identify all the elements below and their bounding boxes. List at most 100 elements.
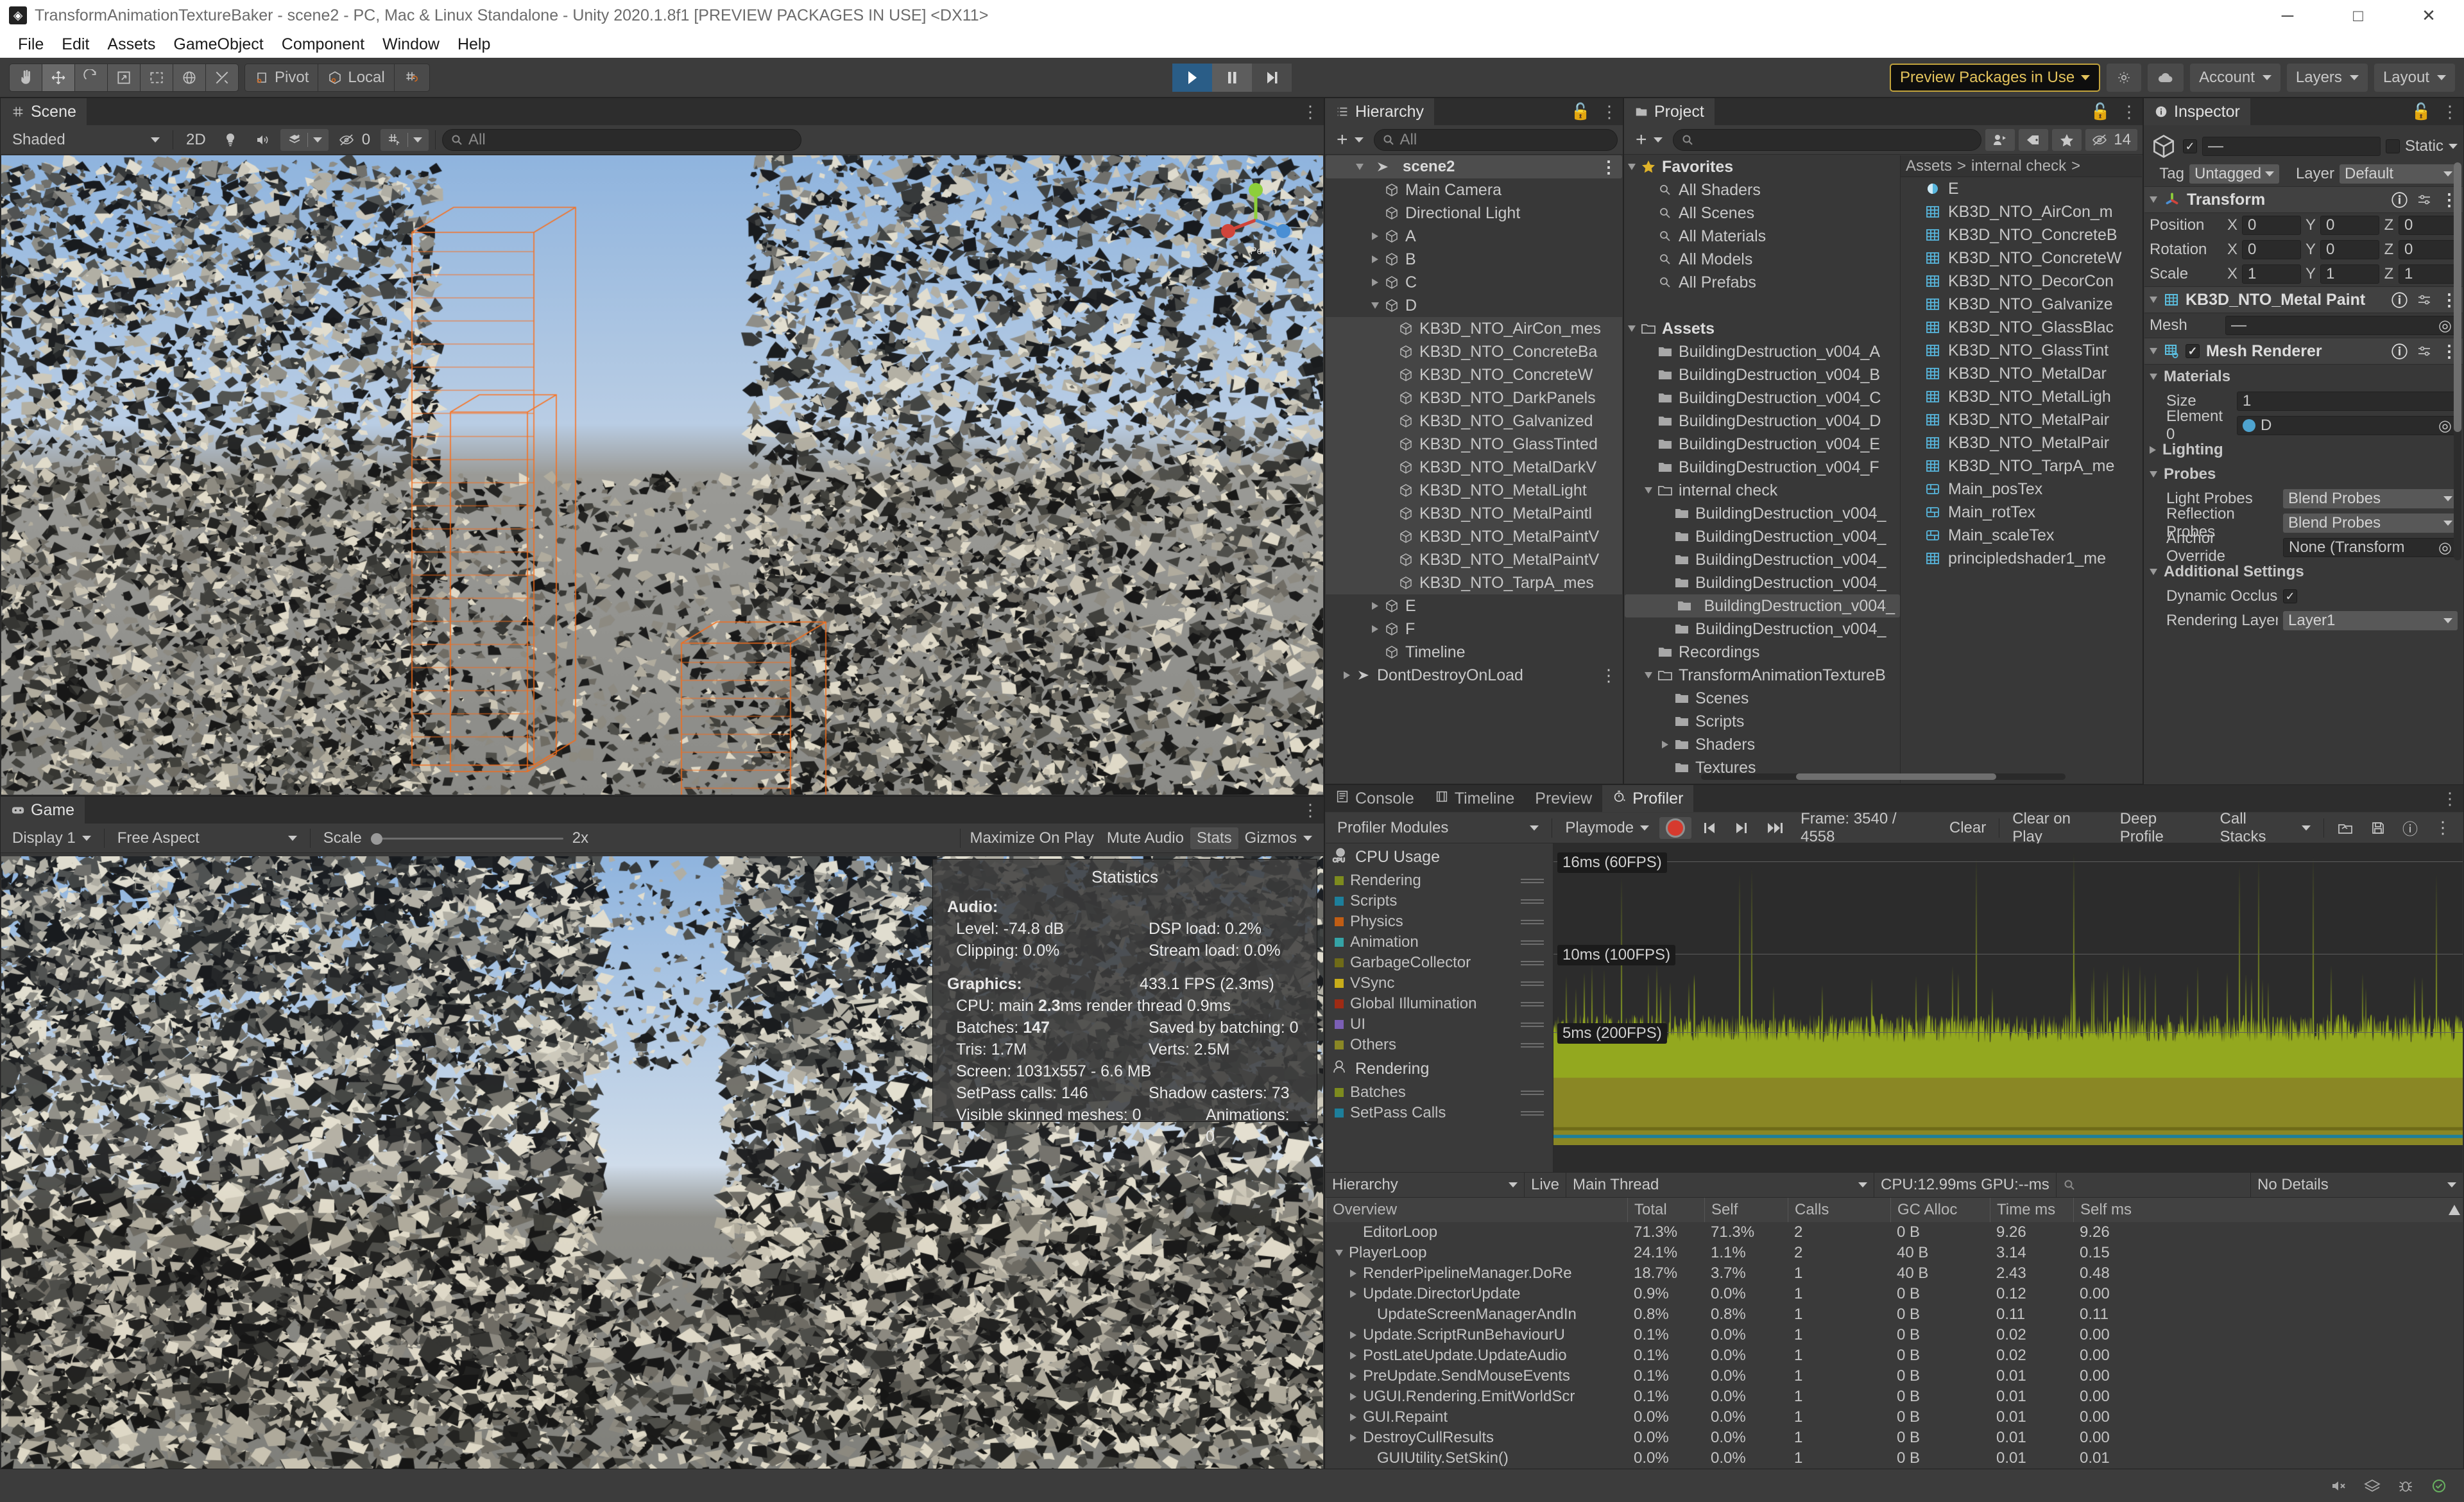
hierarchy-tree[interactable]: scene2 ⋮ Main Camera Directional Light A B C D K… bbox=[1326, 155, 1622, 783]
project-asset-item[interactable]: KB3D_NTO_MetalPair bbox=[1901, 408, 2142, 431]
preset-icon[interactable] bbox=[2417, 293, 2432, 306]
profiler-table-row[interactable]: UGUI.Rendering.EmitWorldScr 0.1% 0.0% 1 0 B 0… bbox=[1326, 1386, 2463, 1407]
record-button[interactable] bbox=[1659, 816, 1692, 839]
project-asset-item[interactable]: KB3D_NTO_ConcreteB bbox=[1901, 223, 2142, 246]
object-picker-icon[interactable]: ◎ bbox=[2438, 316, 2452, 335]
transform-scale-y[interactable]: 1 bbox=[2320, 264, 2379, 284]
hierarchy-row[interactable]: KB3D_NTO_Galvanized bbox=[1326, 410, 1622, 433]
status-mute-icon[interactable] bbox=[2328, 1475, 2350, 1497]
row-menu-icon[interactable]: ⋮ bbox=[1600, 159, 1617, 175]
tab-game[interactable]: Game bbox=[1, 797, 85, 824]
expand-arrow[interactable] bbox=[1346, 1434, 1360, 1442]
project-tree-row[interactable]: BuildingDestruction_v004_D bbox=[1625, 410, 1900, 433]
project-asset-item[interactable]: KB3D_NTO_MetalDar bbox=[1901, 362, 2142, 385]
project-tab-menu[interactable]: ⋮ bbox=[2121, 103, 2137, 120]
module-drag-handle[interactable] bbox=[1521, 898, 1544, 904]
profiler-table-row[interactable]: DestroyCullResults 0.0% 0.0% 1 0 B 0.01 0.00 bbox=[1326, 1428, 2463, 1448]
project-tree-row[interactable]: BuildingDestruction_v004_ bbox=[1625, 502, 1900, 525]
project-tree-row[interactable]: Scenes bbox=[1625, 687, 1900, 710]
transform-rotation-y[interactable]: 0 bbox=[2320, 240, 2379, 259]
expand-arrow[interactable] bbox=[1625, 325, 1639, 332]
hierarchy-row[interactable]: KB3D_NTO_MetalLight bbox=[1326, 479, 1622, 502]
hierarchy-row[interactable]: KB3D_NTO_MetalDarkV bbox=[1326, 456, 1622, 479]
project-tree-row[interactable]: Shaders bbox=[1625, 733, 1900, 756]
layers-button[interactable]: Layers bbox=[2286, 63, 2368, 92]
profiler-module-row[interactable]: SetPass Calls bbox=[1326, 1103, 1553, 1123]
clear-on-play-button[interactable]: Clear on Play bbox=[2006, 810, 2110, 845]
module-drag-handle[interactable] bbox=[1521, 1021, 1544, 1028]
hierarchy-row[interactable]: KB3D_NTO_TarpA_mes bbox=[1326, 571, 1622, 594]
scene-search-input[interactable]: All bbox=[442, 128, 802, 151]
grid-snap-icon[interactable] bbox=[393, 63, 430, 92]
tab-timeline[interactable]: Timeline bbox=[1424, 785, 1525, 812]
project-tree-row[interactable] bbox=[1625, 294, 1900, 317]
profiler-options-menu[interactable]: ⋮ bbox=[2428, 817, 2458, 839]
project-tree-row[interactable]: BuildingDestruction_v004_ bbox=[1625, 571, 1900, 594]
menu-gameobject[interactable]: GameObject bbox=[164, 31, 272, 58]
preset-icon[interactable] bbox=[2417, 345, 2432, 358]
dynamic-occlusion-checkbox[interactable]: ✓ bbox=[2283, 589, 2297, 603]
expand-arrow[interactable] bbox=[1346, 1393, 1360, 1401]
profiler-modules-list[interactable]: CPU CPU Usage Rendering Scripts Physics Anima… bbox=[1326, 843, 1553, 1172]
live-toggle[interactable]: Live bbox=[1525, 1172, 1567, 1198]
project-asset-item[interactable]: KB3D_NTO_Galvanize bbox=[1901, 293, 2142, 316]
cloud-icon[interactable] bbox=[2148, 63, 2184, 92]
hierarchy-row[interactable]: KB3D_NTO_MetalPaintl bbox=[1326, 502, 1622, 525]
profiler-module-header[interactable]: CPU CPU Usage bbox=[1326, 843, 1553, 870]
profiler-table-row[interactable]: GUIUtility.SetSkin() 0.0% 0.0% 1 0 B 0.01 0.01 bbox=[1326, 1448, 2463, 1469]
project-tree-row[interactable]: All Models bbox=[1625, 248, 1900, 271]
meshfilter-component-header[interactable]: KB3D_NTO_Metal Paint ⓘ ⋮ bbox=[2144, 286, 2463, 313]
tab-project[interactable]: Project bbox=[1624, 98, 1715, 125]
profiler-column-overview[interactable]: Overview bbox=[1326, 1198, 1627, 1222]
minimize-button[interactable]: ─ bbox=[2252, 0, 2323, 31]
profiler-column-self-ms[interactable]: Self ms bbox=[2073, 1198, 2157, 1222]
hierarchy-row[interactable]: A bbox=[1326, 225, 1622, 248]
profiler-table-header[interactable]: Overview Total Self Calls GC Alloc Time ms Sel… bbox=[1326, 1198, 2463, 1222]
game-tab-menu[interactable]: ⋮ bbox=[1302, 797, 1319, 824]
play-button[interactable] bbox=[1172, 63, 1212, 92]
profiler-module-row[interactable]: GarbageCollector bbox=[1326, 953, 1553, 973]
hierarchy-row[interactable]: DontDestroyOnLoad ⋮ bbox=[1326, 664, 1622, 687]
profiler-table-row[interactable]: UpdateScreenManagerAndIn 0.8% 0.8% 1 0 B 0.11… bbox=[1326, 1304, 2463, 1325]
transform-tool-button[interactable] bbox=[173, 63, 206, 92]
next-frame-button[interactable] bbox=[1727, 817, 1756, 839]
profiler-column-gc-alloc[interactable]: GC Alloc bbox=[1890, 1198, 1990, 1222]
materials-element0-field[interactable]: D ◎ bbox=[2237, 416, 2458, 435]
project-tree[interactable]: Favorites All Shaders All Scenes All Materi… bbox=[1625, 155, 1901, 783]
light-probes-dropdown[interactable]: Blend Probes bbox=[2283, 489, 2458, 508]
playmode-dropdown[interactable]: Playmode bbox=[1559, 817, 1656, 839]
project-asset-item[interactable]: KB3D_NTO_MetalPair bbox=[1901, 431, 2142, 454]
rotate-tool-button[interactable] bbox=[74, 63, 108, 92]
layer-dropdown[interactable]: Default bbox=[2340, 164, 2458, 184]
expand-arrow[interactable] bbox=[1368, 602, 1382, 610]
profiler-module-row[interactable]: Rendering bbox=[1326, 870, 1553, 891]
hierarchy-add-button[interactable]: + bbox=[1330, 129, 1370, 151]
scene-visibility-toggle[interactable]: 0 bbox=[332, 129, 377, 151]
project-tree-row[interactable]: BuildingDestruction_v004_A bbox=[1625, 340, 1900, 363]
profiler-search-input[interactable] bbox=[2057, 1172, 2251, 1198]
project-asset-item[interactable]: Main_scaleTex bbox=[1901, 524, 2142, 547]
account-button[interactable]: Account bbox=[2190, 63, 2280, 92]
hierarchy-view-dropdown[interactable]: Hierarchy bbox=[1326, 1172, 1525, 1198]
module-drag-handle[interactable] bbox=[1521, 1042, 1544, 1048]
row-menu-icon[interactable]: ⋮ bbox=[1600, 667, 1617, 684]
profiler-module-row[interactable]: VSync bbox=[1326, 973, 1553, 994]
inspector-scrollbar[interactable] bbox=[2454, 162, 2461, 560]
project-asset-item[interactable]: KB3D_NTO_ConcreteW bbox=[1901, 246, 2142, 270]
static-checkbox[interactable] bbox=[2385, 139, 2400, 153]
expand-arrow[interactable] bbox=[1641, 672, 1656, 678]
transform-rotation-z[interactable]: 0 bbox=[2399, 240, 2458, 259]
mute-audio-button[interactable]: Mute Audio bbox=[1100, 827, 1190, 849]
pause-button[interactable] bbox=[1212, 63, 1252, 92]
menu-file[interactable]: File bbox=[9, 31, 53, 58]
anchor-override-field[interactable]: None (Transform ◎ bbox=[2283, 538, 2458, 557]
help-icon[interactable]: ⓘ bbox=[2396, 817, 2424, 839]
hierarchy-row[interactable]: D bbox=[1326, 294, 1622, 317]
hierarchy-row[interactable]: KB3D_NTO_GlassTinted bbox=[1326, 433, 1622, 456]
profiler-modules-dropdown[interactable]: Profiler Modules bbox=[1331, 817, 1545, 839]
deep-profile-button[interactable]: Deep Profile bbox=[2114, 810, 2210, 845]
project-lock-icon[interactable]: 🔓 bbox=[2091, 103, 2110, 121]
project-tree-row[interactable]: BuildingDestruction_v004_ bbox=[1625, 548, 1900, 571]
hierarchy-row[interactable]: KB3D_NTO_DarkPanels bbox=[1326, 386, 1622, 410]
breadcrumb-item[interactable]: internal check bbox=[1971, 157, 2066, 175]
